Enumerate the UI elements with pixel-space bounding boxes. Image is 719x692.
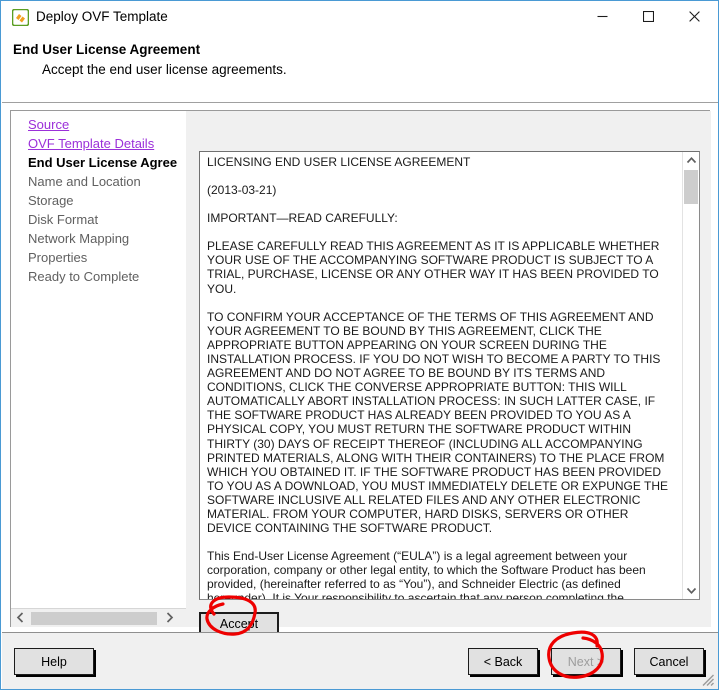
sidebar-item-name-and-location: Name and Location [28,174,141,189]
dialog-button-bar: Help < Back Next > Cancel [2,632,718,689]
content-panel: Source OVF Template Details End User Lic… [10,110,711,636]
chevron-down-icon[interactable] [683,582,699,599]
license-paragraph: PLEASE CAREFULLY READ THIS AGREEMENT AS … [207,239,663,296]
license-paragraph: TO CONFIRM YOUR ACCEPTANCE OF THE TERMS … [207,309,672,536]
sidebar-horizontal-scrollbar[interactable] [11,608,186,627]
back-button[interactable]: < Back [468,648,538,675]
chevron-up-icon[interactable] [683,152,699,169]
resize-grip-icon[interactable] [701,673,715,687]
license-paragraph: This End-User License Agreement (“EULA”)… [207,549,646,600]
license-textbox[interactable]: LICENSING END USER LICENSE AGREEMENT (201… [199,151,700,600]
maximize-icon[interactable] [625,1,671,31]
close-icon[interactable] [671,1,717,31]
scrollbar-thumb[interactable] [31,612,157,625]
next-button[interactable]: Next > [551,648,621,675]
cancel-button[interactable]: Cancel [634,648,704,675]
title-bar: Deploy OVF Template [1,1,718,34]
sidebar-item-ovf-template-details[interactable]: OVF Template Details [28,137,154,151]
page-subtitle: Accept the end user license agreements. [42,62,287,77]
sidebar-item-network-mapping: Network Mapping [28,231,130,246]
sidebar-clip-mask [177,111,186,608]
minimize-icon[interactable] [579,1,625,31]
sidebar-item-ready-to-complete: Ready to Complete [28,269,140,284]
license-paragraph: LICENSING END USER LICENSE AGREEMENT [207,155,471,169]
chevron-right-icon[interactable] [161,609,178,627]
chevron-left-icon[interactable] [12,609,29,627]
license-text-content: LICENSING END USER LICENSE AGREEMENT (201… [207,155,673,600]
deploy-ovf-template-window: Deploy OVF Template End User License Agr… [0,0,719,690]
page-header: End User License Agreement Accept the en… [2,34,718,103]
license-vertical-scrollbar[interactable] [682,152,699,599]
scrollbar-thumb[interactable] [684,170,698,204]
sidebar-item-source[interactable]: Source [28,118,69,132]
license-paragraph: (2013-03-21) [207,183,277,198]
sidebar-item-end-user-license-agreement: End User License Agreement [28,155,177,170]
license-pane: LICENSING END USER LICENSE AGREEMENT (201… [186,111,711,636]
help-button[interactable]: Help [14,648,94,675]
page-title: End User License Agreement [13,42,201,57]
sidebar-item-properties: Properties [28,250,88,265]
license-paragraph: IMPORTANT—READ CAREFULLY: [207,211,398,226]
ovf-template-icon [11,8,30,27]
wizard-steps-sidebar: Source OVF Template Details End User Lic… [11,111,177,608]
sidebar-item-storage: Storage [28,193,74,208]
sidebar-item-disk-format: Disk Format [28,212,99,227]
window-title: Deploy OVF Template [36,9,168,24]
